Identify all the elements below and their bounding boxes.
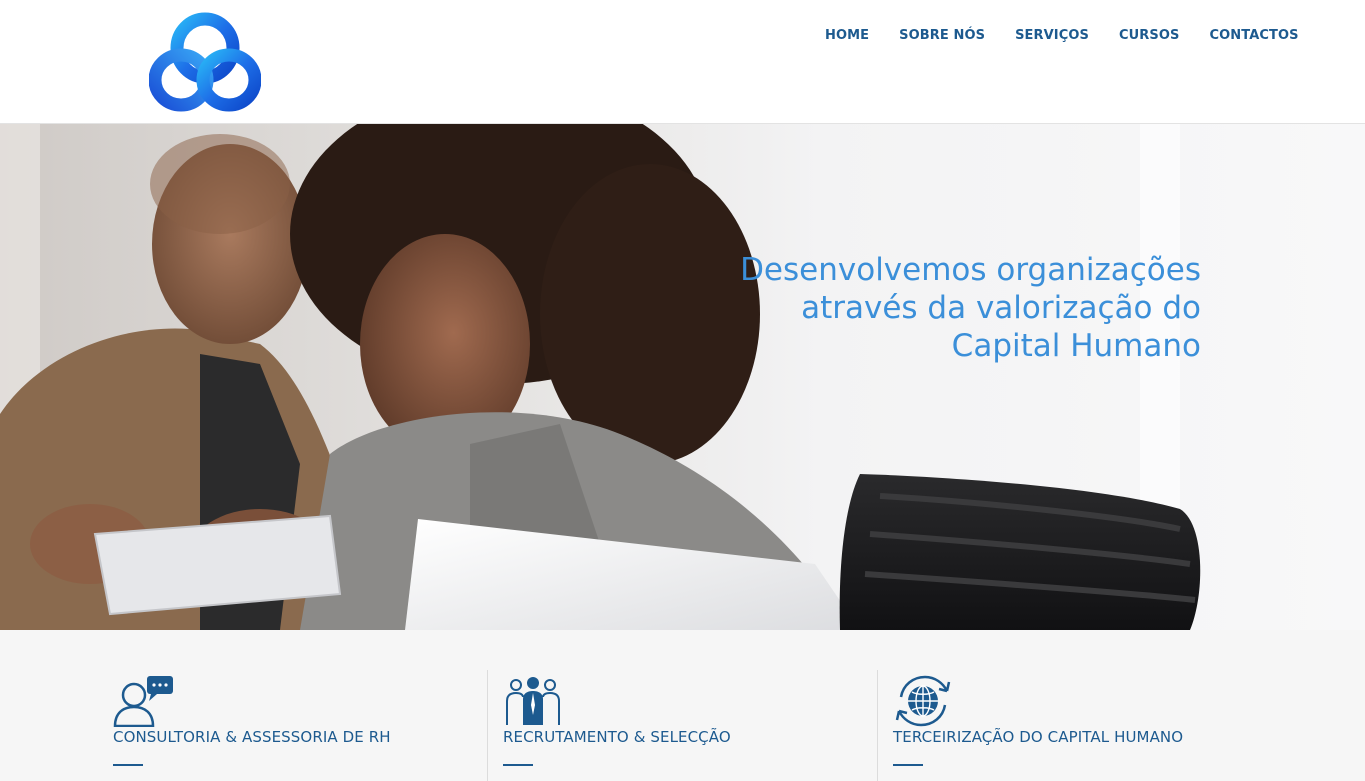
site-header: HOME SOBRE NÓS SERVIÇOS CURSOS CONTACTOS	[0, 0, 1365, 124]
hero-photo	[0, 124, 1365, 630]
hero-banner: Desenvolvemos organizações através da va…	[0, 124, 1365, 630]
nav-sobre-nos[interactable]: SOBRE NÓS	[884, 28, 1000, 44]
hero-tagline: Desenvolvemos organizações através da va…	[721, 251, 1201, 365]
service-title: CONSULTORIA & ASSESSORIA DE RH	[113, 728, 391, 746]
services-section: CONSULTORIA & ASSESSORIA DE RH RECRUTAME…	[0, 630, 1365, 781]
nav-cursos[interactable]: CURSOS	[1104, 28, 1194, 44]
divider	[487, 670, 488, 781]
service-rule	[113, 764, 143, 766]
main-nav: HOME SOBRE NÓS SERVIÇOS CURSOS CONTACTOS	[810, 28, 1314, 44]
globe-cycle-icon	[893, 675, 955, 727]
hero-tagline-line1: Desenvolvemos organizações	[740, 252, 1201, 288]
team-people-icon	[503, 675, 565, 727]
service-rule	[893, 764, 923, 766]
service-rule	[503, 764, 533, 766]
nav-servicos[interactable]: SERVIÇOS	[1000, 28, 1104, 44]
hero-tagline-line3: Capital Humano	[951, 328, 1201, 364]
service-title: RECRUTAMENTO & SELECÇÃO	[503, 728, 731, 746]
service-title: TERCEIRIZAÇÃO DO CAPITAL HUMANO	[893, 728, 1184, 746]
divider	[877, 670, 878, 781]
nav-contactos[interactable]: CONTACTOS	[1194, 28, 1313, 44]
nav-home[interactable]: HOME	[810, 28, 884, 44]
hero-tagline-line2: através da valorização do	[801, 290, 1201, 326]
consultant-chat-icon	[113, 675, 175, 728]
logo-icon[interactable]	[148, 12, 262, 112]
